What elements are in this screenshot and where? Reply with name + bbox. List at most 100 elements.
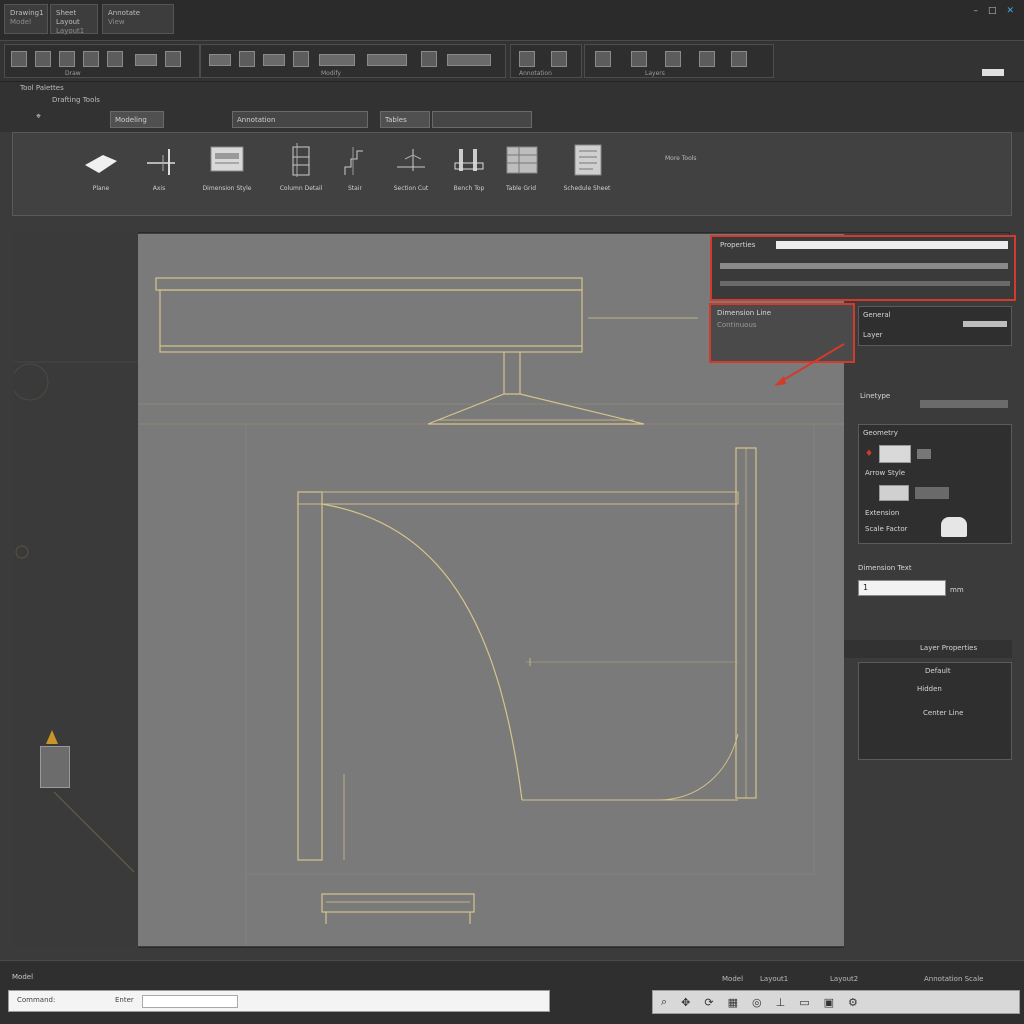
tab-blank[interactable]	[432, 111, 532, 128]
pan-icon[interactable]: ✥	[681, 996, 690, 1009]
tool-dimension-style[interactable]: Dimension Style	[199, 141, 255, 201]
warning-icon: ♦	[865, 449, 874, 459]
doc-tab-label: Annotate	[108, 9, 141, 17]
doc-tab-sub: Layout1	[56, 27, 85, 35]
text-icon[interactable]	[165, 51, 181, 67]
prop-value-bar[interactable]	[963, 321, 1007, 327]
command-line[interactable]: Command: Enter	[8, 990, 550, 1012]
ribbon-group-label: Modify	[321, 70, 341, 77]
tool-schedule-sheet[interactable]: Schedule Sheet	[559, 141, 615, 201]
preview-thumbnail[interactable]	[879, 445, 911, 463]
layer-match-icon[interactable]	[665, 51, 681, 67]
prop-row-label: Scale Factor	[865, 525, 908, 533]
preview-thumbnail[interactable]	[879, 485, 909, 501]
tool-table-grid[interactable]: Table Grid	[493, 141, 549, 201]
hatch-icon[interactable]	[135, 54, 157, 66]
rectangle-icon[interactable]	[107, 51, 123, 67]
grid-icon[interactable]: ▦	[728, 996, 738, 1009]
tool-section-cut[interactable]: Section Cut	[383, 141, 439, 201]
swatch-icon[interactable]	[917, 449, 931, 459]
arc-icon[interactable]	[83, 51, 99, 67]
doc-tab[interactable]: Drawing1 Model	[4, 4, 48, 34]
linetype-dropdown[interactable]	[920, 400, 1008, 408]
viewport-icon[interactable]: ▣	[824, 996, 834, 1009]
tool-column-detail[interactable]: Column Detail	[273, 141, 329, 201]
trim-icon[interactable]	[263, 54, 285, 66]
polyline-icon[interactable]	[35, 51, 51, 67]
minimize-bar-icon[interactable]	[982, 69, 1004, 76]
move-icon[interactable]	[209, 54, 231, 66]
block-create-icon[interactable]	[731, 51, 747, 67]
zoom-icon[interactable]: ⌕	[661, 995, 667, 1009]
dimension-text-input[interactable]: 1	[858, 580, 946, 596]
highlighted-property-row[interactable]: Properties	[710, 235, 1016, 301]
tool-bench-top[interactable]: Bench Top	[441, 141, 497, 201]
prop-value-bar[interactable]	[720, 263, 1008, 269]
layer-item[interactable]: Hidden	[917, 685, 942, 693]
maximize-icon[interactable]: □	[988, 6, 997, 16]
ribbon: Draw Modify Annotation Layers	[0, 40, 1024, 82]
axis-icon	[147, 149, 175, 175]
close-icon[interactable]: ✕	[1006, 6, 1014, 16]
layer-icon[interactable]	[595, 51, 611, 67]
snap-icon[interactable]: ◎	[752, 996, 762, 1009]
mirror-icon[interactable]	[367, 54, 407, 66]
line-icon[interactable]	[11, 51, 27, 67]
tool-axis[interactable]: Axis	[131, 141, 187, 201]
tool-label: Plane	[92, 185, 110, 192]
swatch-icon[interactable]	[915, 487, 949, 499]
tab-modeling[interactable]: Modeling	[110, 111, 164, 128]
array-icon[interactable]	[319, 54, 355, 66]
doc-tab[interactable]: Annotate View	[102, 4, 174, 34]
layout-tab-1[interactable]: Layout1	[760, 975, 788, 983]
leader-icon[interactable]	[551, 51, 567, 67]
annotation-scale-label[interactable]: Annotation Scale	[924, 975, 983, 983]
command-label: Enter	[115, 996, 134, 1004]
tool-label: Column Detail	[279, 185, 323, 192]
fillet-icon[interactable]	[421, 51, 437, 67]
prop-row-label: Layer	[863, 331, 883, 339]
tab-tables[interactable]: Tables	[380, 111, 430, 128]
tool-plane[interactable]: Plane	[73, 141, 129, 201]
doc-tab[interactable]: Sheet Layout Layout1	[50, 4, 98, 35]
command-input[interactable]	[142, 995, 238, 1008]
copy-icon[interactable]	[293, 51, 309, 67]
layout-tab-model[interactable]: Model	[722, 975, 743, 983]
tool-label: Axis	[152, 185, 166, 192]
layer-item[interactable]: Center Line	[923, 709, 963, 717]
elevation-top-rail	[155, 277, 583, 291]
prop-group-general: General Layer	[858, 306, 1012, 346]
prop-value-bar[interactable]	[776, 241, 1008, 249]
bench-icon	[454, 149, 484, 171]
view-cube-icon[interactable]	[38, 730, 72, 790]
layout-tab-2[interactable]: Layout2	[830, 975, 858, 983]
schedule-icon	[574, 144, 602, 176]
ortho-icon[interactable]: ⊥	[776, 996, 786, 1009]
plan-left-leg	[297, 491, 323, 861]
rotate-icon[interactable]	[239, 51, 255, 67]
stretch-icon[interactable]	[447, 54, 491, 66]
more-tools-link[interactable]: More Tools	[665, 155, 697, 162]
orbit-icon[interactable]: ⟳	[704, 996, 713, 1009]
tool-stair[interactable]: Stair	[327, 141, 383, 201]
layout-icon[interactable]: ▭	[799, 996, 809, 1009]
settings-icon[interactable]: ⚙	[848, 996, 858, 1009]
section-icon	[397, 149, 425, 171]
ribbon-group-label: Annotation	[519, 70, 552, 77]
prop-row-label: Extension	[865, 509, 900, 517]
layer-item[interactable]: Default	[925, 667, 951, 675]
pin-icon[interactable]: ⌖	[36, 112, 41, 122]
prop-sub-value: Continuous	[717, 321, 757, 329]
prop-value-bar[interactable]	[720, 281, 1010, 286]
tool-label: Dimension Style	[202, 185, 252, 192]
circle-icon[interactable]	[59, 51, 75, 67]
tool-label: Bench Top	[453, 185, 485, 192]
minimize-icon[interactable]: –	[973, 6, 978, 16]
block-insert-icon[interactable]	[699, 51, 715, 67]
layer-state-icon[interactable]	[631, 51, 647, 67]
properties-panel: General Layer Linetype Geometry ♦ Arrow …	[844, 300, 1012, 948]
left-gutter	[14, 232, 138, 948]
stair-icon	[344, 147, 363, 175]
tab-annotation[interactable]: Annotation	[232, 111, 368, 128]
dimension-linear-icon[interactable]	[519, 51, 535, 67]
